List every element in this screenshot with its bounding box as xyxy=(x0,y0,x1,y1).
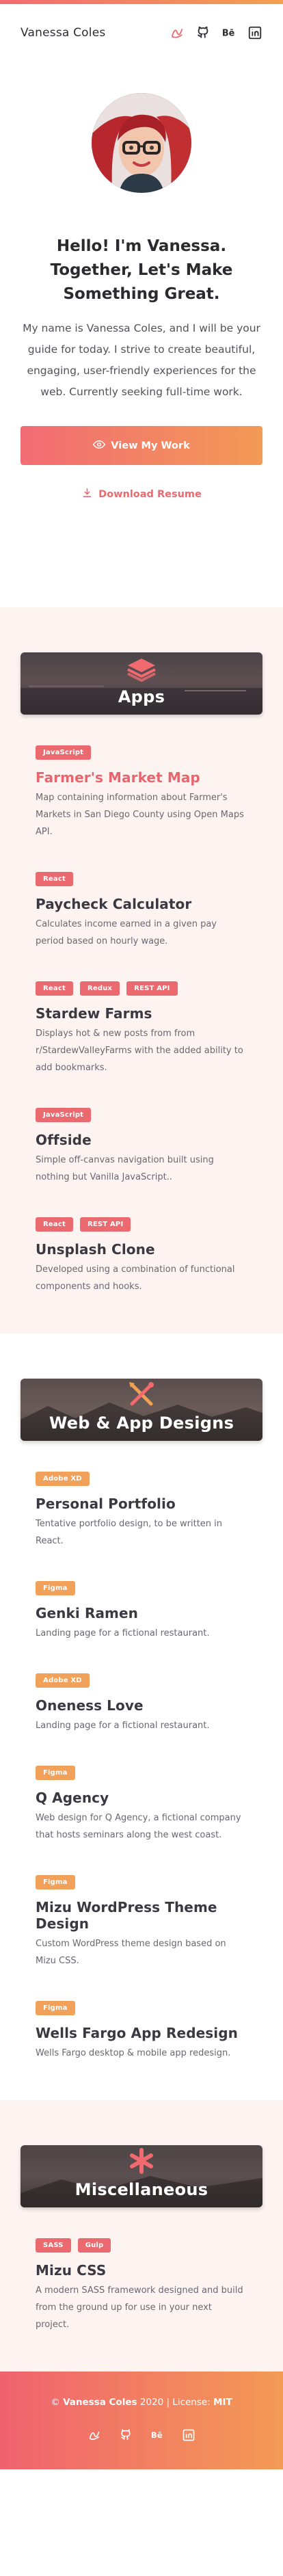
project-description: A modern SASS framework designed and bui… xyxy=(36,2285,243,2330)
tag-badge: React xyxy=(36,872,73,886)
footer-copyright: © Vanessa Coles 2020 | License: MIT xyxy=(0,2397,283,2408)
project-description: Custom WordPress theme design based on M… xyxy=(36,1939,226,1966)
tag-badge: React xyxy=(36,981,73,996)
project-title[interactable]: Paycheck Calculator xyxy=(36,896,247,912)
tag-badge: Adobe XD xyxy=(36,1673,90,1688)
project-card: Adobe XD Personal Portfolio Tentative po… xyxy=(36,1472,247,1550)
footer-social-links: Bē xyxy=(0,2428,283,2445)
eye-icon xyxy=(93,438,106,453)
download-resume-link[interactable]: Download Resume xyxy=(21,487,262,501)
download-resume-label: Download Resume xyxy=(98,488,202,500)
view-work-label: View My Work xyxy=(111,440,190,451)
header-social-links: Bē xyxy=(170,25,262,40)
apps-title: Apps xyxy=(118,687,165,706)
project-title[interactable]: Personal Portfolio xyxy=(36,1496,247,1512)
layers-icon xyxy=(126,657,157,685)
project-card: Figma Genki Ramen Landing page for a fic… xyxy=(36,1581,247,1642)
project-card: Figma Q Agency Web design for Q Agency, … xyxy=(36,1766,247,1844)
svg-text:Bē: Bē xyxy=(222,29,235,39)
project-title[interactable]: Wells Fargo App Redesign xyxy=(36,2025,247,2041)
project-title[interactable]: Offside xyxy=(36,1132,247,1148)
project-description: Calculates income earned in a given pay … xyxy=(36,919,217,946)
tag-badge: Figma xyxy=(36,2001,75,2015)
project-title[interactable]: Farmer's Market Map xyxy=(36,769,247,786)
designs-section: Web & App Designs Adobe XD Personal Port… xyxy=(0,1333,283,2100)
download-icon xyxy=(81,487,93,501)
project-card: SASS Gulp Mizu CSS A modern SASS framewo… xyxy=(36,2238,247,2333)
project-title[interactable]: Unsplash Clone xyxy=(36,1241,247,1258)
project-description: Map containing information about Farmer'… xyxy=(36,793,244,837)
tag-badge: Figma xyxy=(36,1766,75,1780)
hero-intro: My name is Vanessa Coles, and I will be … xyxy=(23,322,260,398)
behance-icon[interactable]: Bē xyxy=(150,2428,164,2445)
license-link[interactable]: MIT xyxy=(213,2397,232,2408)
view-work-button[interactable]: View My Work xyxy=(21,426,262,465)
project-description: Landing page for a fictional restaurant. xyxy=(36,1628,210,1638)
site-footer: © Vanessa Coles 2020 | License: MIT Bē xyxy=(0,2372,283,2469)
project-description: Wells Fargo desktop & mobile app redesig… xyxy=(36,2048,231,2058)
design-tools-icon xyxy=(126,1381,157,1411)
project-description: Displays hot & new posts from from r/Sta… xyxy=(36,1028,243,1073)
misc-banner: Miscellaneous xyxy=(21,2145,262,2207)
project-card: Figma Wells Fargo App Redesign Wells Far… xyxy=(36,2001,247,2062)
misc-section: Miscellaneous SASS Gulp Mizu CSS A moder… xyxy=(0,2100,283,2372)
footer-name[interactable]: Vanessa Coles xyxy=(63,2397,137,2408)
project-card: React Redux REST API Stardew Farms Displ… xyxy=(36,981,247,1076)
behance-icon[interactable]: Bē xyxy=(221,25,237,40)
tag-badge: Gulp xyxy=(77,2238,111,2253)
project-card: Figma Mizu WordPress Theme Design Custom… xyxy=(36,1875,247,1969)
github-icon[interactable] xyxy=(119,2428,133,2445)
project-card: React Paycheck Calculator Calculates inc… xyxy=(36,872,247,950)
project-title[interactable]: Stardew Farms xyxy=(36,1005,247,1022)
apps-section: Apps JavaScript Farmer's Market Map Map … xyxy=(0,607,283,1333)
misc-title: Miscellaneous xyxy=(75,2180,208,2199)
asterisk-icon xyxy=(128,2147,155,2177)
site-header: Vanessa Coles Bē xyxy=(0,4,283,62)
tag-badge: REST API xyxy=(79,1217,131,1232)
project-card: JavaScript Offside Simple off-canvas nav… xyxy=(36,1108,247,1186)
apps-banner: Apps xyxy=(21,652,262,715)
project-description: Web design for Q Agency, a fictional com… xyxy=(36,1813,241,1840)
designs-banner: Web & App Designs xyxy=(21,1379,262,1441)
hero-heading: Hello! I'm Vanessa. Together, Let's Make… xyxy=(50,237,233,303)
tag-badge: Adobe XD xyxy=(36,1472,90,1486)
project-title[interactable]: Genki Ramen xyxy=(36,1605,247,1621)
tag-badge: JavaScript xyxy=(36,1108,92,1122)
svg-text:Bē: Bē xyxy=(151,2430,163,2440)
dribbble-icon[interactable] xyxy=(170,25,185,40)
project-title[interactable]: Oneness Love xyxy=(36,1697,247,1714)
project-description: Landing page for a fictional restaurant. xyxy=(36,1721,210,1731)
project-description: Tentative portfolio design, to be writte… xyxy=(36,1519,223,1546)
hero-section: Hello! I'm Vanessa. Together, Let's Make… xyxy=(0,62,283,607)
project-card: Adobe XD Oneness Love Landing page for a… xyxy=(36,1673,247,1734)
tag-badge: Redux xyxy=(79,981,120,996)
project-description: Developed using a combination of functio… xyxy=(36,1264,235,1292)
project-card: JavaScript Farmer's Market Map Map conta… xyxy=(36,745,247,840)
linkedin-icon[interactable] xyxy=(247,25,262,40)
linkedin-icon[interactable] xyxy=(182,2428,196,2445)
project-title[interactable]: Mizu WordPress Theme Design xyxy=(36,1899,247,1932)
site-name[interactable]: Vanessa Coles xyxy=(21,26,105,40)
tag-badge: REST API xyxy=(126,981,178,996)
tag-badge: SASS xyxy=(36,2238,71,2253)
designs-title: Web & App Designs xyxy=(49,1413,234,1433)
tag-badge: Figma xyxy=(36,1581,75,1595)
github-icon[interactable] xyxy=(196,25,211,40)
tag-badge: Figma xyxy=(36,1875,75,1889)
tag-badge: JavaScript xyxy=(36,745,92,760)
copyright-symbol: © xyxy=(51,2397,64,2408)
project-title[interactable]: Q Agency xyxy=(36,1790,247,1806)
project-card: React REST API Unsplash Clone Developed … xyxy=(36,1217,247,1295)
project-description: Simple off-canvas navigation built using… xyxy=(36,1155,214,1182)
dribbble-icon[interactable] xyxy=(87,2428,101,2445)
footer-year-license: 2020 | License: xyxy=(137,2397,214,2408)
tag-badge: React xyxy=(36,1217,73,1232)
project-title[interactable]: Mizu CSS xyxy=(36,2262,247,2279)
avatar xyxy=(92,93,191,193)
